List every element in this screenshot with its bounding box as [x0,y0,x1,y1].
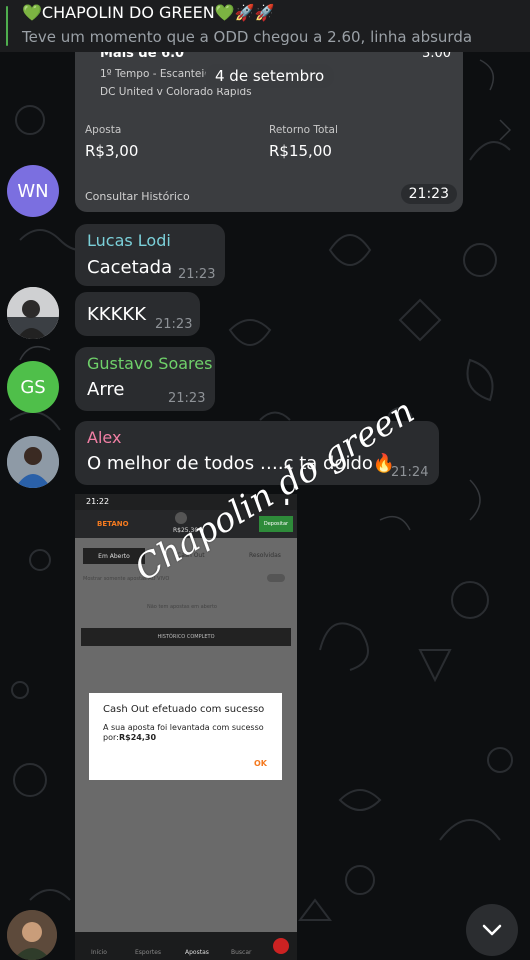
avatar[interactable] [7,910,57,960]
message-text: KKKKK [87,304,147,325]
avatar[interactable]: GS [7,361,59,413]
avatar[interactable] [7,436,59,488]
pinned-indicator [6,6,8,46]
pinned-message[interactable]: 💚CHAPOLIN DO GREEN💚🚀🚀 Teve um momento qu… [0,0,530,52]
message-bubble[interactable]: Gustavo Soares Arre 21:23 [75,347,215,411]
stake-value: R$3,00 [85,142,139,160]
live-toggle [267,574,285,582]
scroll-down-button[interactable] [466,904,518,956]
message-time: 21:23 [168,391,206,406]
status-time: 21:22 [86,497,110,506]
message-time: 21:23 [400,184,457,204]
stake-label: Aposta [85,124,122,136]
pinned-title: 💚CHAPOLIN DO GREEN💚🚀🚀 [22,3,275,22]
nav-home: Início [91,949,107,956]
nav-bets: Apostas [185,949,209,956]
user-photo-icon [7,910,57,960]
message-bubble[interactable]: Lucas Lodi Cacetada 21:23 [75,224,225,286]
nav-sports: Esportes [135,949,162,956]
message-text: Cacetada [87,257,173,278]
nav-search: Buscar [231,949,252,956]
user-photo-icon [7,287,59,339]
sender-name: Lucas Lodi [87,231,171,250]
sender-name: Alex [87,428,122,447]
message-time: 21:24 [391,465,429,480]
user-photo-icon [7,436,59,488]
phone-bottom-nav: Início Esportes Apostas Buscar [75,932,297,960]
dialog-amount: R$24,30 [119,733,157,742]
date-separator: 4 de setembro [205,64,335,88]
avatar[interactable] [7,287,59,339]
message-bubble[interactable]: KKKKK 21:23 [75,292,200,336]
brand-logo: BETANO [97,520,129,528]
sender-name: Gustavo Soares [87,354,213,373]
history-link: Consultar Histórico [85,190,190,203]
return-label: Retorno Total [269,124,338,136]
message-time: 21:23 [155,317,193,332]
message-text: Arre [87,379,125,400]
avatar-initials: WN [17,180,49,202]
message-time: 21:23 [178,267,216,282]
chat-fab-icon [273,938,289,954]
avatar-initials: GS [20,376,46,398]
chevron-down-icon [482,924,502,936]
cashout-dialog: Cash Out efetuado com sucesso A sua apos… [89,693,282,780]
dialog-title: Cash Out efetuado com sucesso [103,704,265,715]
empty-state: Não tem apostas em aberto [147,604,217,610]
full-history-button: HISTÓRICO COMPLETO [81,628,291,646]
bet-market-type: 1º Tempo - Escanteios [100,68,217,80]
pinned-text: Teve um momento que a ODD chegou a 2.60,… [22,28,473,46]
dialog-ok-button: OK [254,759,267,768]
tab-settled: Resolvidas [249,552,281,559]
avatar[interactable]: WN [7,165,59,217]
return-value: R$15,00 [269,142,332,160]
